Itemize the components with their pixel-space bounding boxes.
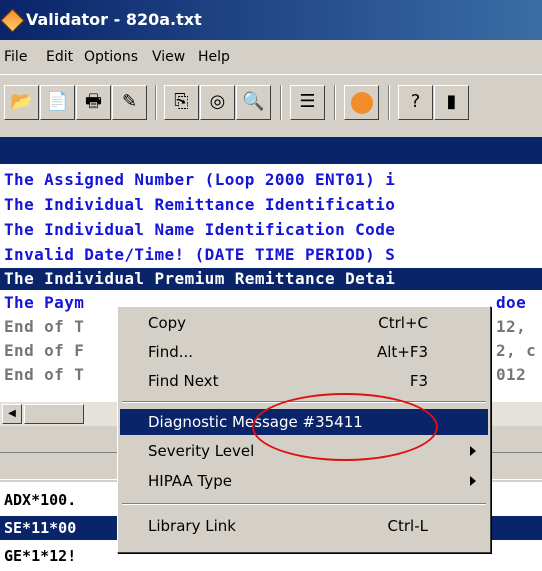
- list-item-tail: 012: [496, 365, 527, 384]
- validator-app-icon: [0, 8, 25, 33]
- title-bar: Validator - 820a.txt: [0, 0, 542, 40]
- submenu-arrow-icon: [470, 476, 476, 486]
- list-header-bar: [0, 137, 542, 164]
- menu-item-diagnostic-message[interactable]: Diagnostic Message #35411: [120, 409, 488, 435]
- exit-icon[interactable]: ▮: [434, 85, 469, 120]
- window-title: Validator - 820a.txt: [26, 10, 202, 29]
- list-item[interactable]: Invalid Date/Time! (DATE TIME PERIOD) S: [4, 244, 395, 266]
- new-file-icon[interactable]: 📄: [40, 85, 75, 120]
- print-icon[interactable]: 🖶: [76, 85, 111, 120]
- menu-item-copy[interactable]: Copy Ctrl+C: [120, 310, 488, 336]
- list-item[interactable]: End of F: [4, 340, 84, 362]
- menu-file[interactable]: File: [4, 49, 27, 65]
- menu-item-library-link[interactable]: Library Link Ctrl-L: [120, 513, 488, 539]
- list-item[interactable]: The Paym: [4, 292, 84, 314]
- context-menu: Copy Ctrl+C Find... Alt+F3 Find Next F3 …: [117, 306, 491, 553]
- copy-icon[interactable]: ⎘: [164, 85, 199, 120]
- scroll-left-arrow-icon[interactable]: ◀: [2, 404, 22, 424]
- list-item-selected[interactable]: The Individual Premium Remittance Detai: [4, 268, 395, 290]
- submenu-arrow-icon: [470, 446, 476, 456]
- list-item-tail: doe: [496, 293, 527, 312]
- list-item[interactable]: The Individual Name Identification Code: [4, 219, 395, 241]
- open-folder-icon[interactable]: 📂: [4, 85, 39, 120]
- segment-line-selected[interactable]: SE*11*00: [4, 516, 76, 540]
- list-item[interactable]: End of T: [4, 364, 84, 386]
- info-icon[interactable]: [344, 85, 379, 120]
- menu-item-find-next[interactable]: Find Next F3: [120, 368, 488, 394]
- validator-window: Validator - 820a.txt File Edit Options V…: [0, 0, 542, 571]
- toolbar: 📂 📄 🖶 ✎ ⎘ ◎ 🔍 ☰ ? ▮: [0, 74, 542, 130]
- segment-line[interactable]: GE*1*12!: [4, 544, 76, 568]
- list-item[interactable]: End of T: [4, 316, 84, 338]
- find-binoculars-icon[interactable]: ◎: [200, 85, 235, 120]
- menu-edit[interactable]: Edit: [46, 49, 73, 65]
- scroll-thumb[interactable]: [24, 404, 84, 424]
- zoom-icon[interactable]: 🔍: [236, 85, 271, 120]
- menu-item-find[interactable]: Find... Alt+F3: [120, 339, 488, 365]
- list-item-tail: 12,: [496, 317, 527, 336]
- menu-item-hipaa-type[interactable]: HIPAA Type: [120, 468, 488, 494]
- list-item[interactable]: The Assigned Number (Loop 2000 ENT01) i: [4, 169, 395, 191]
- list-icon[interactable]: ☰: [290, 85, 325, 120]
- menu-item-severity-level[interactable]: Severity Level: [120, 438, 488, 464]
- help-icon[interactable]: ?: [398, 85, 433, 120]
- list-item-tail: 2, c: [496, 341, 537, 360]
- list-item[interactable]: The Individual Remittance Identificatio: [4, 194, 395, 216]
- menu-bar: File Edit Options View Help: [0, 42, 542, 72]
- menu-view[interactable]: View: [152, 49, 185, 65]
- menu-options[interactable]: Options: [84, 49, 138, 65]
- menu-separator: [122, 503, 486, 505]
- save-icon[interactable]: ✎: [112, 85, 147, 120]
- segment-line[interactable]: ADX*100.: [4, 488, 76, 512]
- menu-separator: [122, 401, 486, 403]
- menu-help[interactable]: Help: [198, 49, 230, 65]
